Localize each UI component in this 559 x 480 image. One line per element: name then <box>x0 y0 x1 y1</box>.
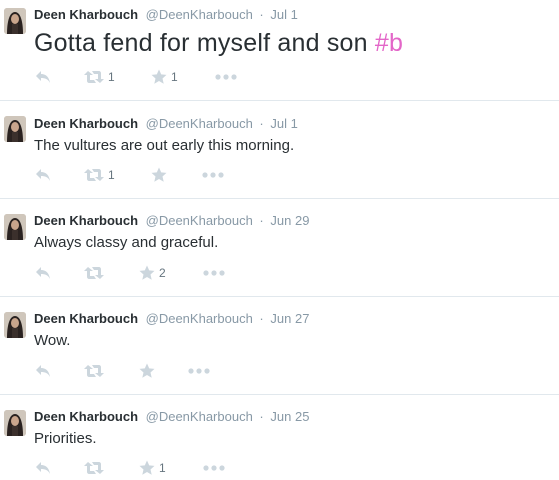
more-button[interactable] <box>215 67 237 87</box>
more-icon <box>202 172 224 178</box>
avatar[interactable] <box>4 116 26 142</box>
reply-icon <box>36 267 50 279</box>
retweet-count: 1 <box>108 168 115 182</box>
tweet-header: Deen Kharbouch @DeenKharbouch · Jun 27 <box>34 310 309 327</box>
reply-button[interactable] <box>35 165 51 185</box>
separator-dot: · <box>259 116 264 131</box>
user-handle[interactable]: @DeenKharbouch <box>146 116 253 131</box>
retweet-button[interactable] <box>84 263 108 283</box>
user-fullname[interactable]: Deen Kharbouch <box>34 7 138 22</box>
star-icon <box>151 167 167 182</box>
avatar[interactable] <box>4 410 26 436</box>
retweet-icon <box>84 365 104 377</box>
retweet-button[interactable]: 1 <box>84 67 115 87</box>
separator-dot: · <box>259 311 264 326</box>
tweet-header: Deen Kharbouch @DeenKharbouch · Jun 25 <box>34 408 309 425</box>
tweet-timestamp[interactable]: Jul 1 <box>270 7 297 22</box>
more-icon <box>203 465 225 471</box>
user-handle[interactable]: @DeenKharbouch <box>146 213 253 228</box>
star-icon <box>151 69 167 84</box>
reply-button[interactable] <box>35 67 51 87</box>
favorite-count: 1 <box>171 70 178 84</box>
tweet-actions: 1 <box>33 165 273 185</box>
favorite-button[interactable]: 1 <box>139 458 166 478</box>
retweet-button[interactable] <box>84 458 108 478</box>
user-handle[interactable]: @DeenKharbouch <box>146 409 253 424</box>
user-fullname[interactable]: Deen Kharbouch <box>34 311 138 326</box>
retweet-button[interactable]: 1 <box>84 165 115 185</box>
favorite-button[interactable] <box>139 361 159 381</box>
more-button[interactable] <box>202 165 224 185</box>
retweet-icon <box>84 169 104 181</box>
tweet[interactable]: Deen Kharbouch @DeenKharbouch · Jun 29 A… <box>0 199 559 297</box>
tweet-actions: 1 <box>33 458 273 478</box>
user-fullname[interactable]: Deen Kharbouch <box>34 116 138 131</box>
tweet-timestamp[interactable]: Jun 29 <box>270 213 309 228</box>
avatar[interactable] <box>4 312 26 338</box>
more-icon <box>215 74 237 80</box>
tweet-header: Deen Kharbouch @DeenKharbouch · Jul 1 <box>34 6 298 23</box>
more-icon <box>188 368 210 374</box>
star-icon <box>139 265 155 280</box>
more-button[interactable] <box>188 361 210 381</box>
tweet-actions: 1 1 <box>33 67 273 87</box>
tweet[interactable]: Deen Kharbouch @DeenKharbouch · Jun 27 W… <box>0 297 559 395</box>
star-icon <box>139 363 155 378</box>
tweet-timestamp[interactable]: Jul 1 <box>270 116 297 131</box>
reply-button[interactable] <box>35 263 51 283</box>
more-button[interactable] <box>203 263 225 283</box>
tweet-text: Always classy and graceful. <box>34 234 219 251</box>
reply-icon <box>36 365 50 377</box>
user-handle[interactable]: @DeenKharbouch <box>146 7 253 22</box>
avatar[interactable] <box>4 8 26 34</box>
favorite-button[interactable]: 1 <box>151 67 178 87</box>
tweet-actions: 2 <box>33 263 273 283</box>
more-button[interactable] <box>203 458 225 478</box>
tweet[interactable]: Deen Kharbouch @DeenKharbouch · Jun 25 P… <box>0 395 559 480</box>
retweet-icon <box>84 462 104 474</box>
tweet-timestamp[interactable]: Jun 25 <box>270 409 309 424</box>
reply-icon <box>36 462 50 474</box>
tweet[interactable]: Deen Kharbouch @DeenKharbouch · Jul 1 Th… <box>0 101 559 199</box>
retweet-icon <box>84 267 104 279</box>
tweet[interactable]: Deen Kharbouch @DeenKharbouch · Jul 1 Go… <box>0 0 559 101</box>
tweet-text: The vultures are out early this morning. <box>34 137 295 154</box>
user-fullname[interactable]: Deen Kharbouch <box>34 213 138 228</box>
tweet-text: Gotta fend for myself and son #b <box>34 28 403 58</box>
tweet-text: Priorities. <box>34 430 97 447</box>
tweet-feed: Deen Kharbouch @DeenKharbouch · Jul 1 Go… <box>0 0 559 480</box>
separator-dot: · <box>259 409 264 424</box>
tweet-header: Deen Kharbouch @DeenKharbouch · Jul 1 <box>34 115 298 132</box>
tweet-text-body: Gotta fend for myself and son <box>34 29 375 57</box>
user-handle[interactable]: @DeenKharbouch <box>146 311 253 326</box>
tweet-text: Wow. <box>34 332 71 349</box>
tweet-header: Deen Kharbouch @DeenKharbouch · Jun 29 <box>34 212 309 229</box>
reply-icon <box>36 169 50 181</box>
favorite-button[interactable]: 2 <box>139 263 166 283</box>
tweet-actions <box>33 361 273 381</box>
retweet-icon <box>84 71 104 83</box>
separator-dot: · <box>259 213 264 228</box>
favorite-button[interactable] <box>151 165 171 185</box>
separator-dot: · <box>259 7 264 22</box>
favorite-count: 1 <box>159 461 166 475</box>
tweet-timestamp[interactable]: Jun 27 <box>270 311 309 326</box>
favorite-count: 2 <box>159 266 166 280</box>
hashtag-link[interactable]: #b <box>375 29 403 57</box>
reply-icon <box>36 71 50 83</box>
retweet-button[interactable] <box>84 361 108 381</box>
avatar[interactable] <box>4 214 26 240</box>
user-fullname[interactable]: Deen Kharbouch <box>34 409 138 424</box>
retweet-count: 1 <box>108 70 115 84</box>
more-icon <box>203 270 225 276</box>
star-icon <box>139 460 155 475</box>
reply-button[interactable] <box>35 458 51 478</box>
reply-button[interactable] <box>35 361 51 381</box>
